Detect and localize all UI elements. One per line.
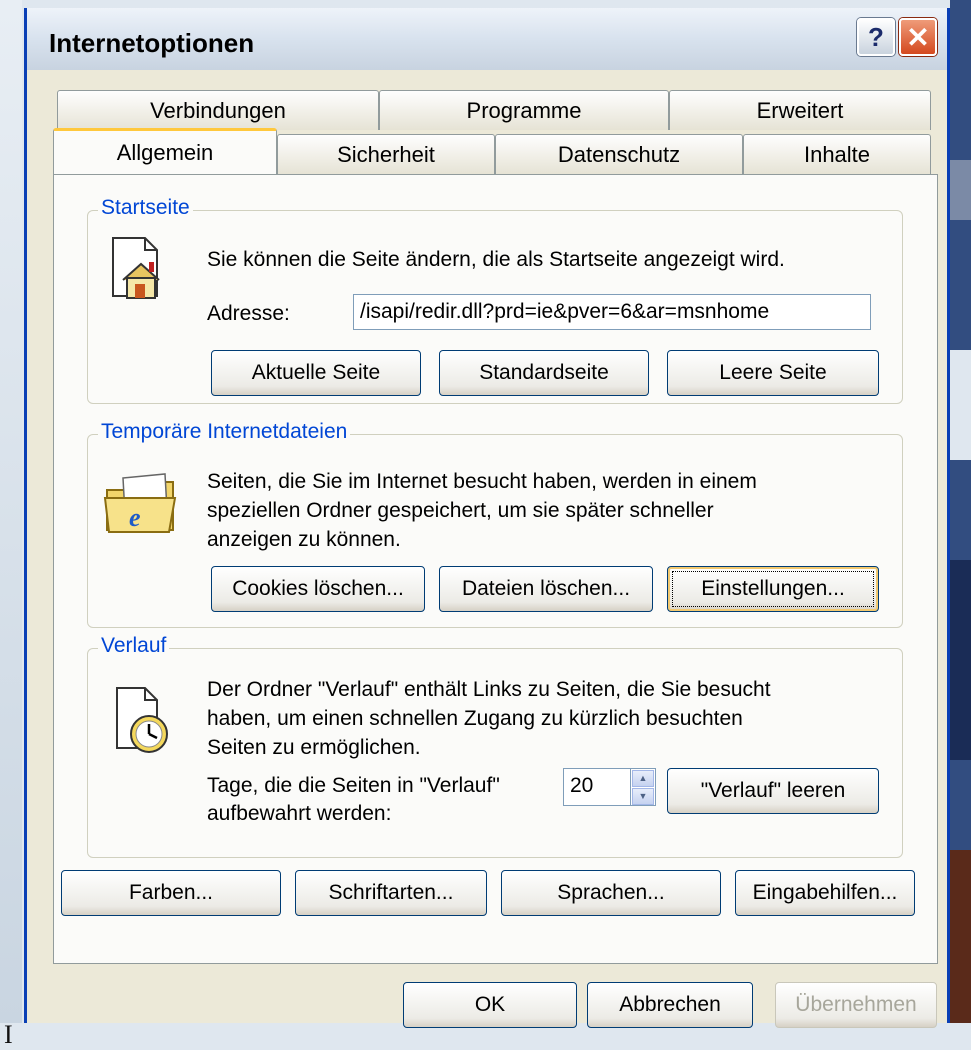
ie-folder-icon: e [103, 473, 177, 533]
clear-history-button[interactable]: "Verlauf" leeren [667, 768, 879, 814]
apply-button: Übernehmen [775, 982, 937, 1028]
group-label-temp-files: Temporäre Internetdateien [98, 420, 351, 444]
ok-button[interactable]: OK [403, 982, 577, 1028]
settings-button[interactable]: Einstellungen... [667, 566, 879, 612]
tab-erweitert[interactable]: Erweitert [669, 90, 931, 130]
tab-sicherheit[interactable]: Sicherheit [277, 134, 495, 174]
days-label-line-1: Tage, die die Seiten in "Verlauf" [207, 774, 500, 797]
svg-text:e: e [129, 503, 141, 532]
background-text: I [4, 1020, 13, 1049]
delete-cookies-button[interactable]: Cookies löschen... [211, 566, 425, 612]
temp-desc-line-3: anzeigen zu können. [207, 528, 401, 551]
internet-options-dialog: Internetoptionen ? ✕ Verbindungen Progra… [24, 8, 950, 1028]
current-page-button[interactable]: Aktuelle Seite [211, 350, 421, 396]
window-title: Internetoptionen [49, 28, 255, 58]
group-label-history: Verlauf [98, 634, 170, 658]
history-desc-line-2: haben, um einen schnellen Zugang zu kürz… [207, 707, 743, 730]
colors-button[interactable]: Farben... [61, 870, 281, 916]
tab-datenschutz[interactable]: Datenschutz [495, 134, 743, 174]
address-label: Adresse: [207, 302, 290, 325]
group-label-startseite: Startseite [98, 196, 193, 220]
fonts-button[interactable]: Schriftarten... [295, 870, 487, 916]
cancel-button[interactable]: Abbrechen [587, 982, 753, 1028]
tab-allgemein[interactable]: Allgemein [53, 128, 277, 174]
background-right-strip [950, 0, 971, 1023]
background-left-strip [0, 0, 22, 1023]
history-clock-icon [116, 687, 168, 753]
tab-inhalte[interactable]: Inhalte [743, 134, 931, 174]
spin-down-icon[interactable]: ▼ [632, 788, 654, 805]
accessibility-button[interactable]: Eingabehilfen... [735, 870, 915, 916]
address-field[interactable]: /isapi/redir.dll?prd=ie&pver=6&ar=msnhom… [353, 294, 871, 330]
help-button[interactable]: ? [857, 18, 895, 56]
spin-up-icon[interactable]: ▲ [632, 770, 654, 787]
days-label-line-2: aufbewahrt werden: [207, 802, 392, 825]
delete-files-button[interactable]: Dateien löschen... [439, 566, 653, 612]
startseite-description: Sie können die Seite ändern, die als Sta… [207, 248, 785, 271]
languages-button[interactable]: Sprachen... [501, 870, 721, 916]
days-spinner[interactable]: ▲ ▼ [630, 768, 656, 806]
days-input[interactable]: 20 [563, 768, 631, 806]
home-page-icon [112, 237, 160, 299]
blank-page-button[interactable]: Leere Seite [667, 350, 879, 396]
history-desc-line-1: Der Ordner "Verlauf" enthält Links zu Se… [207, 678, 771, 701]
default-page-button[interactable]: Standardseite [439, 350, 649, 396]
tab-programme[interactable]: Programme [379, 90, 669, 130]
temp-desc-line-2: speziellen Ordner gespeichert, um sie sp… [207, 499, 714, 522]
title-bar[interactable]: Internetoptionen ? ✕ [27, 8, 947, 70]
close-button[interactable]: ✕ [899, 18, 937, 56]
temp-desc-line-1: Seiten, die Sie im Internet besucht habe… [207, 470, 757, 493]
tab-verbindungen[interactable]: Verbindungen [57, 90, 379, 130]
history-desc-line-3: Seiten zu ermöglichen. [207, 736, 421, 759]
